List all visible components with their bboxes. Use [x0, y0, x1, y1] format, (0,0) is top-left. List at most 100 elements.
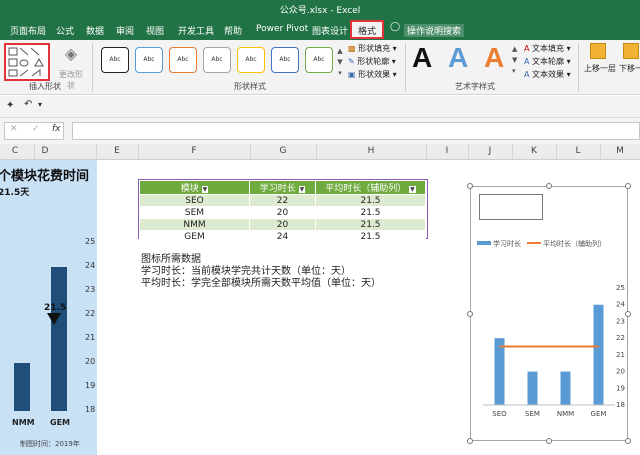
- quick-access-bar: ✦ ↶ ▾: [0, 96, 640, 118]
- shapes-gallery[interactable]: [4, 43, 50, 81]
- shape-style-4[interactable]: Abc: [203, 47, 231, 73]
- table-cell[interactable]: 21.5: [315, 194, 426, 207]
- cancel-icon[interactable]: ✕: [10, 124, 18, 134]
- tab-formulas[interactable]: 公式: [50, 21, 80, 38]
- y-tick-label: 18: [616, 401, 625, 409]
- text-outline-button[interactable]: A 文本轮廓 ▾: [524, 56, 571, 67]
- bring-forward-button[interactable]: 上移一层: [584, 43, 616, 74]
- table-cell[interactable]: 21.5: [315, 218, 426, 231]
- shape-style-7[interactable]: Abc: [305, 47, 333, 73]
- tab-developer[interactable]: 开发工具: [172, 21, 220, 38]
- tab-chart-design[interactable]: 图表设计: [306, 21, 354, 38]
- y-tick-label: 23: [616, 317, 625, 325]
- column-header[interactable]: L: [556, 146, 600, 156]
- shape-effects-button[interactable]: ▣ 形状效果 ▾: [348, 69, 397, 80]
- column-header[interactable]: G: [250, 146, 316, 156]
- resize-handle[interactable]: [546, 438, 552, 444]
- left-chart-panel[interactable]: 个模块花费时间 21.5天 21.5 NMM GEM 制图时间：2019年 25…: [0, 160, 97, 455]
- table-cell[interactable]: SEM: [139, 206, 250, 219]
- left-marker-label: 21.5: [44, 303, 67, 313]
- left-ytick: 24: [85, 261, 96, 270]
- more-commands-icon[interactable]: ▾: [38, 100, 42, 109]
- chart-bar: [494, 338, 505, 405]
- formula-input[interactable]: [72, 122, 640, 140]
- table-cell[interactable]: 24: [249, 230, 316, 243]
- shape-style-5[interactable]: Abc: [237, 47, 265, 73]
- text-fill-button[interactable]: A 文本填充 ▾: [524, 43, 571, 54]
- confirm-icon[interactable]: ✓: [32, 124, 40, 134]
- table-cell[interactable]: 20: [249, 218, 316, 231]
- insert-shapes-group-label: 插入形状: [29, 82, 61, 91]
- resize-handle[interactable]: [467, 183, 473, 189]
- tab-help[interactable]: 帮助: [218, 21, 248, 38]
- tab-view[interactable]: 视图: [140, 21, 170, 38]
- chart-area[interactable]: 学习时长 平均时长（辅助列） SEO SEM NMM GEM: [470, 186, 628, 441]
- shapes-icon: [8, 47, 44, 77]
- column-header[interactable]: M: [600, 146, 640, 156]
- table-cell[interactable]: 21.5: [315, 230, 426, 243]
- tab-format[interactable]: 格式: [350, 20, 385, 39]
- table-cell[interactable]: 20: [249, 206, 316, 219]
- table-cell[interactable]: 22: [249, 194, 316, 207]
- resize-handle[interactable]: [467, 311, 473, 317]
- filter-dropdown-icon[interactable]: ▼: [409, 186, 416, 193]
- tab-power-pivot[interactable]: Power Pivot: [250, 21, 314, 38]
- table-row: SEO 22 21.5: [139, 194, 426, 207]
- wordart-scroll[interactable]: ▲ ▼ ▾: [512, 44, 520, 77]
- shape-style-2[interactable]: Abc: [135, 47, 163, 73]
- column-header[interactable]: C: [0, 146, 30, 156]
- filter-dropdown-icon[interactable]: ▼: [201, 186, 209, 193]
- column-header[interactable]: K: [512, 146, 556, 156]
- shape-style-1[interactable]: Abc: [101, 47, 129, 73]
- column-header[interactable]: D: [34, 146, 56, 156]
- left-ytick: 19: [85, 381, 96, 390]
- table-header[interactable]: 平均时长（辅助列） ▼: [315, 180, 426, 195]
- wordart-style-1[interactable]: A: [412, 42, 432, 74]
- ribbon-divider: [405, 43, 406, 91]
- x-tick-label: SEM: [525, 410, 540, 418]
- filter-dropdown-icon[interactable]: ▼: [298, 186, 306, 193]
- text-effects-button[interactable]: A 文本效果 ▾: [524, 69, 571, 80]
- resize-handle[interactable]: [625, 183, 631, 189]
- resize-handle[interactable]: [546, 183, 552, 189]
- left-bar: [51, 267, 67, 411]
- wordart-style-2[interactable]: A: [448, 42, 468, 74]
- column-header[interactable]: J: [468, 146, 512, 156]
- column-header[interactable]: E: [96, 146, 138, 156]
- left-ytick: 20: [85, 357, 96, 366]
- table-header[interactable]: 模块 ▼: [139, 180, 250, 195]
- table-cell[interactable]: NMM: [139, 218, 250, 231]
- format-painter-icon[interactable]: ✦: [6, 100, 14, 111]
- legend-label: 学习时长: [493, 239, 521, 248]
- undo-icon[interactable]: ↶: [24, 99, 32, 110]
- tell-me-search[interactable]: 操作说明搜索: [404, 24, 465, 37]
- tab-review[interactable]: 审阅: [110, 21, 140, 38]
- shape-style-6[interactable]: Abc: [271, 47, 299, 73]
- column-header[interactable]: H: [316, 146, 426, 156]
- chart-y-axis: 18 19 20 21 22 23 24 25: [616, 284, 625, 409]
- shape-style-3[interactable]: Abc: [169, 47, 197, 73]
- left-ytick: 22: [85, 309, 96, 318]
- shape-outline-button[interactable]: ✎ 形状轮廓 ▾: [348, 56, 396, 67]
- table-cell[interactable]: 21.5: [315, 206, 426, 219]
- table-cell[interactable]: GEM: [139, 230, 250, 243]
- tab-page-layout[interactable]: 页面布局: [4, 21, 52, 38]
- resize-handle[interactable]: [625, 438, 631, 444]
- column-header[interactable]: I: [426, 146, 468, 156]
- pen-icon: ✎: [348, 57, 355, 66]
- column-header[interactable]: F: [138, 146, 250, 156]
- left-ytick: 18: [85, 405, 96, 414]
- left-category-label: GEM: [50, 418, 70, 427]
- send-backward-button[interactable]: 下移一: [616, 43, 640, 74]
- y-tick-label: 25: [616, 284, 625, 292]
- wordart-style-3[interactable]: A: [484, 42, 504, 74]
- resize-handle[interactable]: [625, 311, 631, 317]
- tab-data[interactable]: 数据: [80, 21, 110, 38]
- shape-style-scroll[interactable]: ▲ ▼ ▾: [336, 46, 344, 80]
- resize-handle[interactable]: [467, 438, 473, 444]
- table-header[interactable]: 学习时长 ▼: [249, 180, 316, 195]
- left-ytick: 23: [85, 285, 96, 294]
- fx-icon[interactable]: fx: [52, 124, 61, 134]
- table-cell[interactable]: SEO: [139, 194, 250, 207]
- shape-fill-button[interactable]: ▩ 形状填充 ▾: [348, 43, 397, 54]
